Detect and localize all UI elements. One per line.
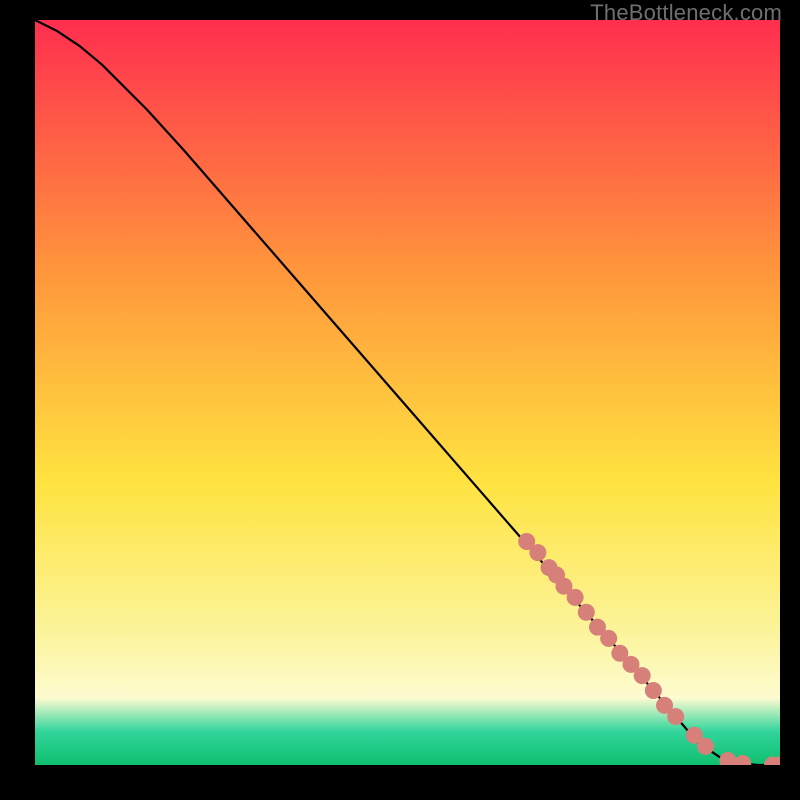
marker-dot bbox=[634, 667, 651, 684]
marker-dot bbox=[600, 630, 617, 647]
marker-dot bbox=[529, 544, 546, 561]
chart-svg bbox=[35, 20, 780, 765]
marker-dot bbox=[667, 708, 684, 725]
marker-dot bbox=[697, 738, 714, 755]
plot-area bbox=[35, 20, 780, 765]
marker-dot bbox=[567, 589, 584, 606]
marker-dot bbox=[578, 604, 595, 621]
gradient-bg bbox=[35, 20, 780, 765]
chart-frame: TheBottleneck.com bbox=[0, 0, 800, 800]
marker-dot bbox=[645, 682, 662, 699]
